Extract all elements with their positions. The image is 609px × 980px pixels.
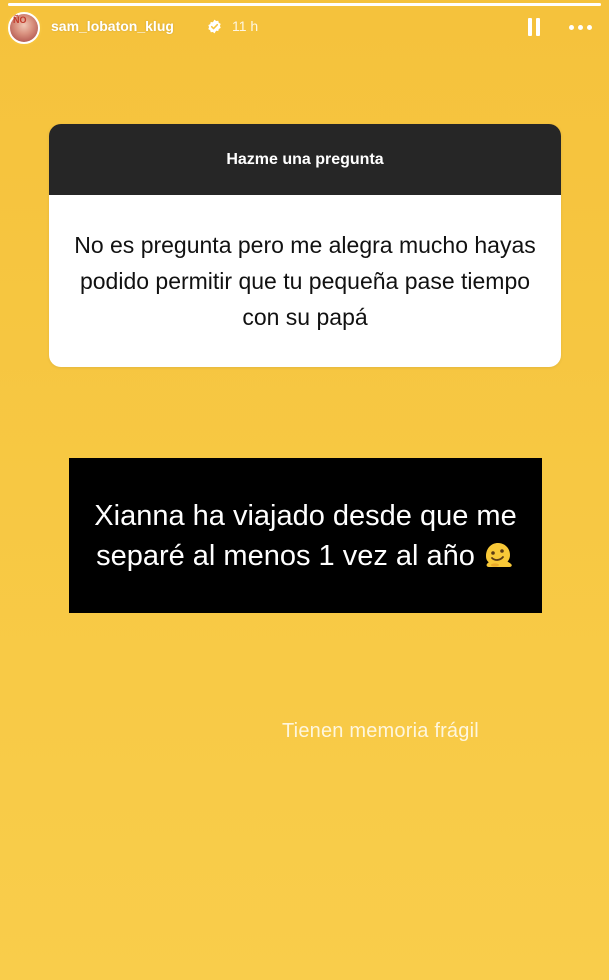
pause-button[interactable] xyxy=(522,14,546,40)
question-sticker: Hazme una pregunta No es pregunta pero m… xyxy=(49,124,561,367)
avatar[interactable]: ÑO xyxy=(6,10,42,46)
story-progress-fill xyxy=(8,3,601,6)
more-options-button[interactable] xyxy=(566,14,598,40)
answer-text: Xianna ha viajado desde que me separé al… xyxy=(94,499,517,572)
story-background: ÑO sam_lobaton_klug 11 h Hazme una pregu… xyxy=(0,0,609,980)
question-sticker-body: No es pregunta pero me alegra mucho haya… xyxy=(49,195,561,367)
verified-badge-icon xyxy=(208,19,221,34)
story-header: ÑO sam_lobaton_klug 11 h xyxy=(0,8,609,48)
melting-face-icon xyxy=(485,542,512,567)
username[interactable]: sam_lobaton_klug xyxy=(51,18,174,34)
post-time: 11 h xyxy=(232,18,259,34)
question-sticker-title: Hazme una pregunta xyxy=(49,124,561,195)
caption-text: Tienen memoria frágil xyxy=(282,720,479,742)
answer-text-block: Xianna ha viajado desde que me separé al… xyxy=(69,458,542,613)
avatar-label: ÑO xyxy=(13,15,27,25)
answer-text-wrap: Xianna ha viajado desde que me separé al… xyxy=(69,496,542,576)
story-progress-bar xyxy=(8,3,601,6)
more-options-icon xyxy=(569,25,574,30)
question-text: No es pregunta pero me alegra mucho haya… xyxy=(74,232,536,330)
pause-icon xyxy=(528,18,532,36)
